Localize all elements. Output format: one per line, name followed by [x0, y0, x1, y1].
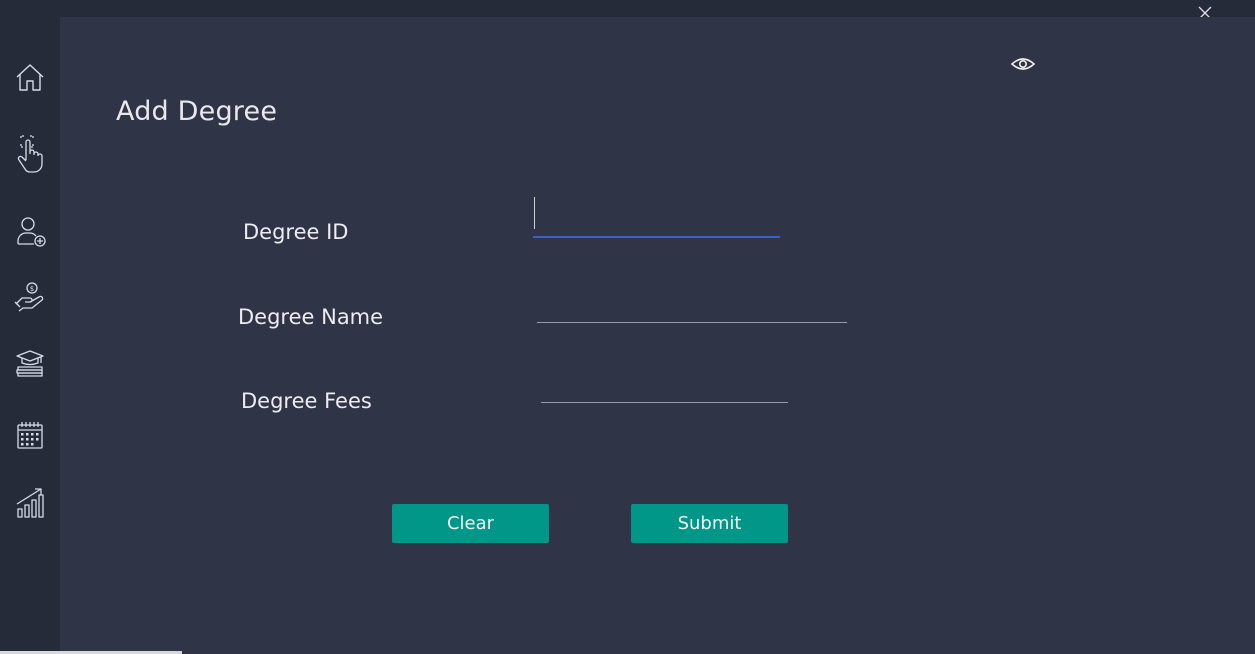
- degree-id-label: Degree ID: [243, 220, 349, 244]
- text-caret: [534, 197, 535, 229]
- sidebar-item-touch[interactable]: [10, 131, 50, 177]
- sidebar-item-reports[interactable]: [10, 483, 50, 523]
- sidebar-item-home[interactable]: [10, 57, 50, 97]
- degree-id-underline: [533, 236, 780, 238]
- calendar-icon: [17, 422, 43, 449]
- sidebar-item-add-user[interactable]: [10, 211, 50, 251]
- bar-chart-growth-icon: [16, 488, 44, 518]
- page-title: Add Degree: [116, 96, 278, 127]
- sidebar-item-degree[interactable]: [10, 343, 50, 383]
- degree-fees-label: Degree Fees: [241, 389, 372, 413]
- degree-fees-underline: [541, 402, 788, 403]
- graduation-books-icon: [16, 350, 44, 377]
- degree-fees-input[interactable]: [542, 368, 789, 400]
- sidebar-item-payment[interactable]: $: [10, 277, 50, 317]
- sidebar-item-calendar[interactable]: [10, 415, 50, 455]
- view-button[interactable]: [1010, 54, 1036, 74]
- user-add-icon: [17, 217, 46, 247]
- clear-button[interactable]: Clear: [392, 504, 549, 543]
- degree-name-label: Degree Name: [238, 305, 384, 329]
- app-window: $ Add Degree Degree ID Degree Name Degre…: [0, 0, 1255, 654]
- degree-id-input[interactable]: [534, 198, 782, 232]
- sidebar: $: [0, 0, 60, 654]
- submit-button[interactable]: Submit: [631, 504, 788, 543]
- svg-text:$: $: [30, 285, 34, 293]
- degree-name-input[interactable]: [538, 288, 848, 320]
- home-icon: [16, 64, 44, 91]
- eye-icon: [1010, 58, 1036, 70]
- hand-touch-icon: [17, 135, 43, 173]
- hand-money-icon: $: [14, 282, 44, 312]
- degree-name-underline: [537, 322, 847, 323]
